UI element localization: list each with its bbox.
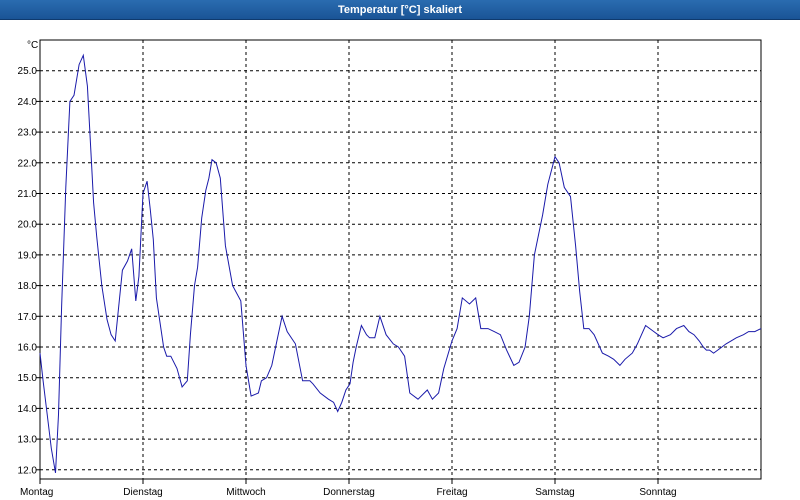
y-axis-unit: °C (27, 40, 38, 51)
y-tick-label: 24.0 (18, 97, 38, 108)
x-tick-day-label: Montag (20, 487, 53, 498)
y-tick-label: 22.0 (18, 158, 38, 169)
x-tick-day-label: Samstag (535, 487, 574, 498)
y-tick-label: 23.0 (18, 128, 38, 139)
y-tick-label: 14.0 (18, 404, 38, 415)
y-tick-label: 13.0 (18, 435, 38, 446)
chart-area: 12.0 13.0 14.0 15.0 16.0 17.0 18.0 19.0 20.0 21.0… (0, 20, 800, 500)
x-axis: Montag07.08.17Dienstag08.08.17Mittwoch09… (20, 479, 677, 498)
plot-frame (39, 39, 762, 480)
y-tick-label: 25.0 (18, 66, 38, 77)
y-tick-label: 21.0 (18, 189, 38, 200)
chart-title: Temperatur [°C] skaliert (0, 0, 800, 20)
y-tick-label: 16.0 (18, 342, 38, 353)
temperature-line-chart: 12.0 13.0 14.0 15.0 16.0 17.0 18.0 19.0 20.0 21.0… (18, 39, 762, 498)
x-tick-day-label: Freitag (436, 487, 467, 498)
y-tick-label: 17.0 (18, 312, 38, 323)
x-tick-day-label: Mittwoch (226, 487, 265, 498)
x-tick-day-label: Donnerstag (323, 487, 375, 498)
temperature-series-line (39, 53, 762, 473)
x-tick-day-label: Sonntag (639, 487, 676, 498)
grid (40, 40, 761, 479)
y-tick-label: 18.0 (18, 281, 38, 292)
y-axis: 12.0 13.0 14.0 15.0 16.0 17.0 18.0 19.0 20.0 21.0… (18, 66, 40, 476)
y-tick-label: 20.0 (18, 220, 38, 231)
y-tick-label: 12.0 (18, 465, 38, 476)
x-tick-day-label: Dienstag (123, 487, 162, 498)
y-tick-label: 15.0 (18, 373, 38, 384)
y-tick-label: 19.0 (18, 250, 38, 261)
